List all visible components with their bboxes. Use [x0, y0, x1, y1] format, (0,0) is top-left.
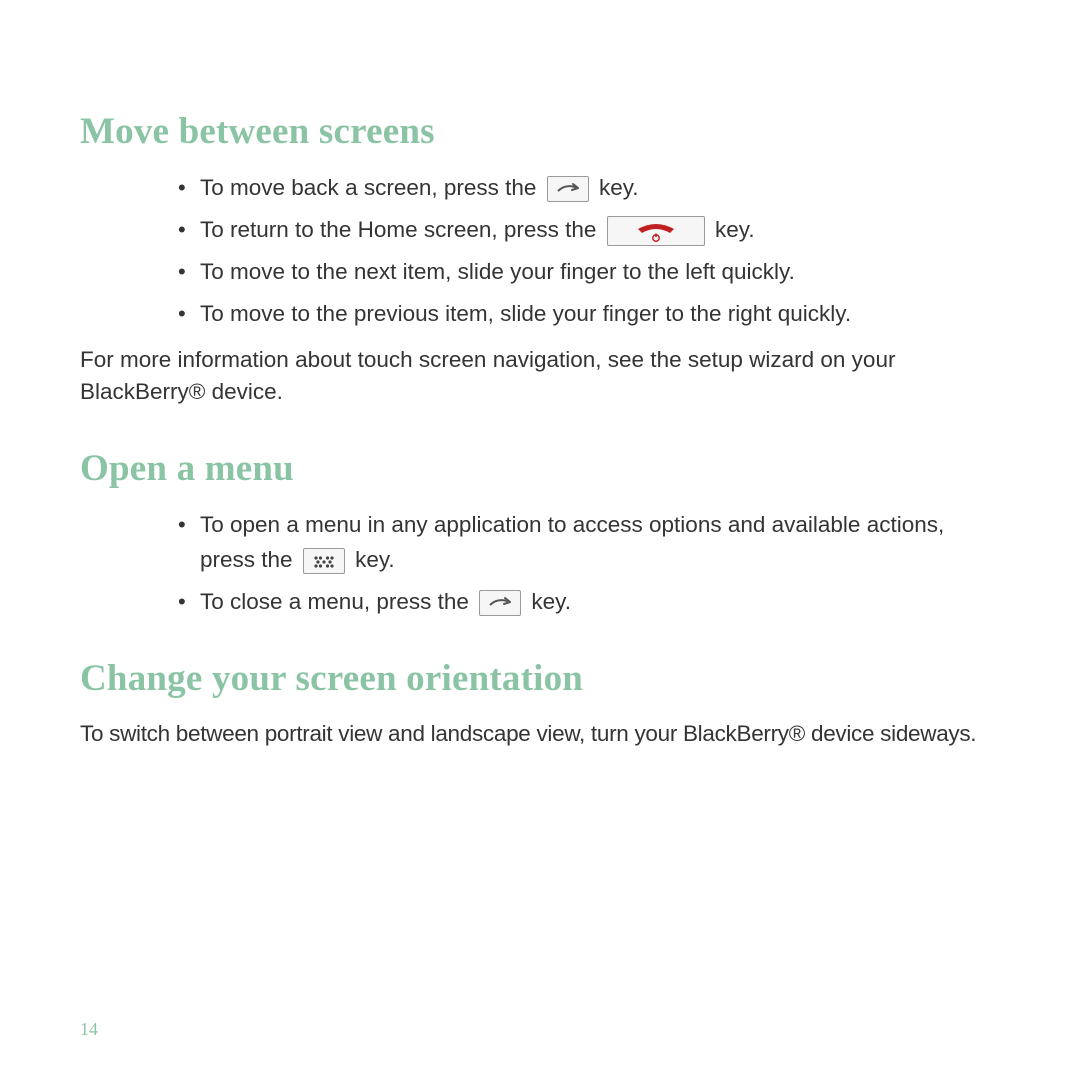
item-text-after: key. [355, 547, 395, 572]
list-item: To close a menu, press the key. [200, 585, 1000, 620]
item-text-before: To return to the Home screen, press the [200, 217, 596, 242]
list-item: To move to the previous item, slide your… [200, 297, 1000, 332]
back-key-icon [547, 176, 589, 202]
list-item: To open a menu in any application to acc… [200, 508, 1000, 578]
item-text-before: To close a menu, press the [200, 589, 469, 614]
heading-open-a-menu: Open a menu [80, 447, 1000, 490]
item-text: To move to the previous item, slide your… [200, 301, 851, 326]
item-text: To move to the next item, slide your fin… [200, 259, 795, 284]
item-text-after: key. [599, 175, 639, 200]
list-item: To move to the next item, slide your fin… [200, 255, 1000, 290]
paragraph-orientation: To switch between portrait view and land… [80, 718, 1000, 751]
item-text-after: key. [715, 217, 755, 242]
list-item: To move back a screen, press the key. [200, 171, 1000, 206]
manual-page: Move between screens To move back a scre… [0, 0, 1080, 1080]
page-number: 14 [80, 1019, 98, 1040]
list-move-between-screens: To move back a screen, press the key. To… [80, 171, 1000, 332]
heading-move-between-screens: Move between screens [80, 110, 1000, 153]
paragraph-more-info: For more information about touch screen … [80, 344, 1000, 409]
item-text-after: key. [531, 589, 571, 614]
list-open-a-menu: To open a menu in any application to acc… [80, 508, 1000, 620]
list-item: To return to the Home screen, press the … [200, 213, 1000, 248]
item-text-before: To move back a screen, press the [200, 175, 536, 200]
back-key-icon [479, 590, 521, 616]
end-call-key-icon [607, 216, 705, 246]
menu-key-icon [303, 548, 345, 574]
heading-change-orientation: Change your screen orientation [80, 657, 1000, 700]
